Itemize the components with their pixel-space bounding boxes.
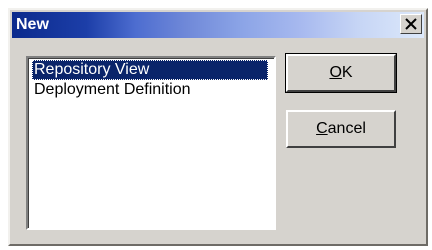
list-item-deployment-definition[interactable]: Deployment Definition [32, 80, 268, 100]
close-button[interactable] [400, 14, 422, 34]
cancel-button-label: Cancel [316, 120, 366, 137]
list-item-repository-view[interactable]: Repository View [32, 60, 268, 80]
new-dialog: New Repository View Deployment Definitio… [8, 8, 428, 246]
dialog-title: New [16, 16, 49, 33]
ok-button[interactable]: OK [285, 53, 397, 93]
item-type-listbox[interactable]: Repository View Deployment Definition [26, 56, 276, 230]
ok-button-label: OK [329, 64, 353, 81]
cancel-button[interactable]: Cancel [286, 110, 396, 148]
title-bar[interactable]: New [12, 12, 424, 38]
close-icon [405, 18, 417, 30]
